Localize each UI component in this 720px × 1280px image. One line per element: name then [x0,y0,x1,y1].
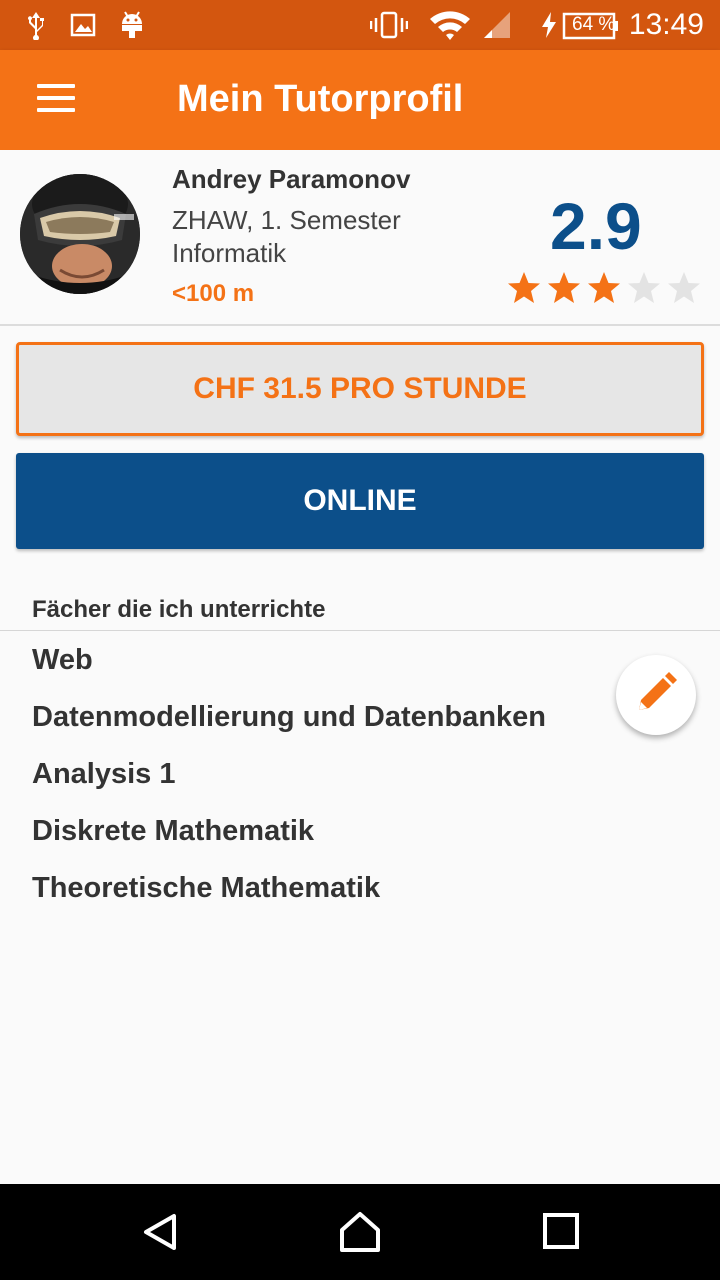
subjects-list: Web Datenmodellierung und Datenbanken Anal… [32,644,546,929]
pencil-icon [633,670,679,721]
tutor-distance: <100 m [172,280,255,307]
tutor-school: ZHAW, 1. Semester Informatik [172,205,401,268]
subject-item: Web [32,644,93,676]
subject-item: Theoretische Mathematik [32,872,381,904]
usb-icon [24,10,48,40]
status-bar: 64 % 13:49 [0,0,720,50]
profile-card: Andrey Paramonov ZHAW, 1. Semester Infor… [0,150,720,326]
edit-button[interactable] [616,655,696,735]
subject-item: Diskrete Mathematik [32,815,315,847]
star-empty-icon [666,270,702,311]
back-icon[interactable] [140,1210,184,1254]
star-empty-icon [626,270,662,311]
signal-icon [482,10,512,40]
image-icon [70,10,96,40]
battery-level: 64 % [572,14,616,35]
vibrate-icon [370,10,408,40]
subjects-header: Fächer die ich unterrichte [32,596,326,623]
star-filled-icon [586,270,622,311]
price-button[interactable]: CHF 31.5 PRO STUNDE [16,342,704,436]
app-bar: Mein Tutorprofil [0,50,720,150]
rating-stars [506,270,702,311]
avatar [20,174,140,294]
charging-icon [540,10,558,40]
home-icon[interactable] [338,1210,382,1254]
subject-item: Datenmodellierung und Datenbanken [32,701,546,733]
navigation-bar [0,1184,720,1280]
page-title: Mein Tutorprofil [177,78,464,120]
subject-item: Analysis 1 [32,758,176,790]
recents-icon[interactable] [540,1210,584,1254]
wifi-icon [428,10,472,40]
star-filled-icon [546,270,582,311]
online-status-button[interactable]: ONLINE [16,453,704,549]
android-icon [118,10,146,40]
divider [0,630,720,631]
rating-value: 2.9 [550,189,642,263]
clock: 13:49 [628,8,704,41]
menu-icon[interactable] [30,84,82,118]
tutor-name: Andrey Paramonov [172,164,411,194]
star-filled-icon [506,270,542,311]
